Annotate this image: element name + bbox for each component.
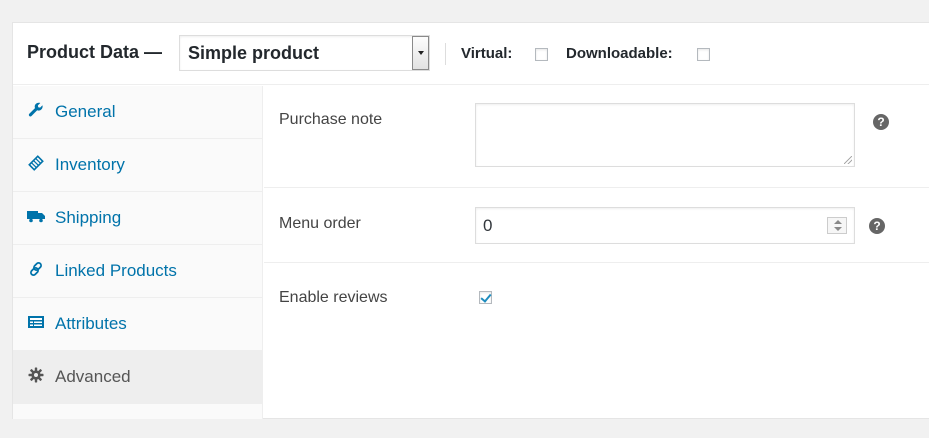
tab-shipping[interactable]: Shipping — [13, 192, 262, 245]
purchase-note-label: Purchase note — [279, 111, 383, 128]
header-divider — [445, 43, 446, 65]
virtual-label: Virtual: — [461, 45, 513, 62]
downloadable-label: Downloadable: — [566, 45, 673, 62]
menu-order-input[interactable]: 0 — [475, 207, 855, 244]
wrench-icon — [27, 101, 45, 119]
tab-label: Shipping — [55, 208, 122, 227]
downloadable-checkbox[interactable] — [697, 48, 710, 61]
gear-icon — [27, 366, 45, 384]
product-data-header: Product Data — Simple product Virtual: D… — [13, 23, 929, 85]
tab-general[interactable]: General — [13, 86, 262, 139]
enable-reviews-checkbox[interactable] — [479, 291, 492, 304]
resize-grip-icon[interactable] — [844, 156, 852, 164]
tag-icon — [27, 154, 45, 172]
help-icon[interactable]: ? — [873, 114, 889, 130]
link-icon — [27, 260, 45, 278]
tab-label: General — [55, 102, 116, 121]
spin-up-icon[interactable] — [834, 220, 842, 224]
product-data-title: Product Data — — [27, 42, 163, 62]
tab-label: Inventory — [55, 155, 125, 174]
virtual-checkbox[interactable] — [535, 48, 548, 61]
menu-order-row: Menu order 0 ? — [264, 188, 929, 263]
tab-label: Advanced — [55, 367, 131, 386]
list-icon — [27, 313, 45, 331]
enable-reviews-label: Enable reviews — [279, 289, 388, 306]
truck-icon — [27, 207, 45, 225]
product-data-panel: Product Data — Simple product Virtual: D… — [12, 22, 929, 419]
chevron-down-icon[interactable] — [412, 36, 429, 70]
tab-linked-products[interactable]: Linked Products — [13, 245, 262, 298]
product-type-selected-value: Simple product — [188, 42, 320, 63]
product-type-select[interactable]: Simple product — [179, 35, 430, 71]
tab-inventory[interactable]: Inventory — [13, 139, 262, 192]
spin-down-icon[interactable] — [834, 227, 842, 231]
help-icon[interactable]: ? — [869, 218, 885, 234]
enable-reviews-row: Enable reviews — [264, 264, 929, 324]
product-data-tabs: General Inventory Shipping Linked Produc… — [13, 86, 263, 419]
purchase-note-row: Purchase note ? — [264, 86, 929, 188]
purchase-note-textarea[interactable] — [475, 103, 855, 167]
tab-attributes[interactable]: Attributes — [13, 298, 262, 351]
menu-order-label: Menu order — [279, 215, 361, 232]
advanced-options-panel: Purchase note ? Menu order 0 ? Enable re… — [264, 86, 929, 419]
tab-advanced[interactable]: Advanced — [13, 351, 262, 404]
tab-label: Attributes — [55, 314, 127, 333]
number-spinner[interactable] — [827, 217, 847, 234]
tab-label: Linked Products — [55, 261, 177, 280]
menu-order-value: 0 — [483, 215, 493, 235]
